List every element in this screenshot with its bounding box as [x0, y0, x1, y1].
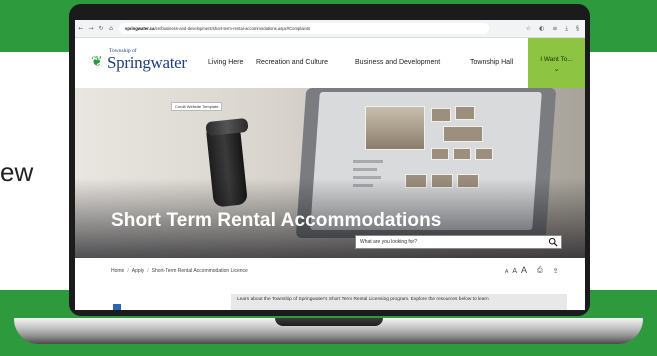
home-icon[interactable]: ⌂	[107, 25, 115, 32]
township-logo[interactable]: ❦ Township of Springwater	[91, 48, 187, 78]
nav-recreation-culture[interactable]: Recreation and Culture	[256, 38, 328, 88]
photo-tile	[443, 126, 483, 142]
nav-living-here[interactable]: Living Here	[208, 38, 243, 88]
url-path: /en/business-and-development/short-term-…	[154, 26, 311, 31]
text-size-medium-button[interactable]: A	[512, 268, 517, 275]
photo-credit-tag: Credit Website Template	[171, 102, 223, 111]
photo-text-line	[353, 168, 377, 171]
breadcrumb-current: Short-Term Rental Accommodation Licence	[151, 268, 248, 274]
leaf-icon: ❦	[91, 54, 103, 70]
breadcrumb-home[interactable]: Home	[111, 268, 124, 274]
text-size-small-button[interactable]: A	[505, 269, 508, 275]
text-size-large-button[interactable]: A	[521, 265, 527, 275]
back-icon[interactable]: ←	[77, 25, 85, 32]
breadcrumb-separator: /	[127, 268, 129, 274]
forward-icon[interactable]: →	[87, 25, 95, 32]
profile-icon[interactable]: §	[576, 25, 579, 33]
share-icon[interactable]: ⇪	[553, 267, 559, 275]
laptop-notch	[275, 318, 383, 326]
intro-text: Learn about the Township of Springwater'…	[231, 294, 567, 310]
nav-business-development[interactable]: Business and Development	[355, 38, 440, 88]
photo-tile	[431, 108, 451, 122]
coffee-cup-lid-photo	[205, 117, 249, 137]
promo-partial-text: ew	[0, 157, 34, 187]
photo-tile	[431, 148, 449, 160]
site-header: ❦ Township of Springwater Living Here Re…	[75, 38, 585, 88]
photo-tile	[453, 148, 471, 160]
star-icon[interactable]: ☆	[526, 25, 531, 33]
reload-icon[interactable]: ↻	[97, 25, 105, 32]
photo-tile	[365, 106, 425, 150]
menu-icon[interactable]: ≡	[552, 25, 557, 33]
hero-banner: Credit Website Template Short Term Renta…	[75, 88, 585, 258]
i-want-to-label: I Want To...	[540, 56, 573, 63]
page-title: Short Term Rental Accommodations	[111, 210, 442, 231]
chevron-down-icon: ⌄	[553, 66, 560, 73]
sidebar-marker	[113, 304, 121, 310]
photo-tile	[475, 148, 493, 160]
search-icon[interactable]	[548, 237, 558, 247]
breadcrumb-separator: /	[147, 268, 149, 274]
print-icon[interactable]: ⎙	[537, 267, 543, 275]
download-icon[interactable]: ⤓	[565, 25, 568, 33]
url-domain: springwater.ca	[125, 26, 155, 31]
browser-toolbar: ← → ↻ ⌂ springwater.ca/en/business-and-d…	[75, 20, 585, 38]
photo-text-line	[353, 160, 383, 163]
i-want-to-button[interactable]: I Want To... ⌄	[528, 38, 585, 90]
extensions-icon[interactable]: ◐	[539, 25, 544, 33]
breadcrumb: Home / Apply / Short-Term Rental Accommodati…	[111, 268, 248, 274]
breadcrumb-apply[interactable]: Apply	[132, 268, 145, 274]
site-search	[355, 235, 562, 249]
nav-township-hall[interactable]: Township Hall	[470, 38, 513, 88]
address-bar[interactable]: springwater.ca/en/business-and-developme…	[119, 23, 489, 34]
photo-tile	[455, 106, 475, 120]
page-tools: A A A ⎙ ⇪	[505, 265, 559, 275]
laptop-screen: ← → ↻ ⌂ springwater.ca/en/business-and-d…	[75, 20, 585, 310]
logo-big-text: Springwater	[107, 53, 187, 72]
search-input[interactable]	[356, 239, 536, 245]
